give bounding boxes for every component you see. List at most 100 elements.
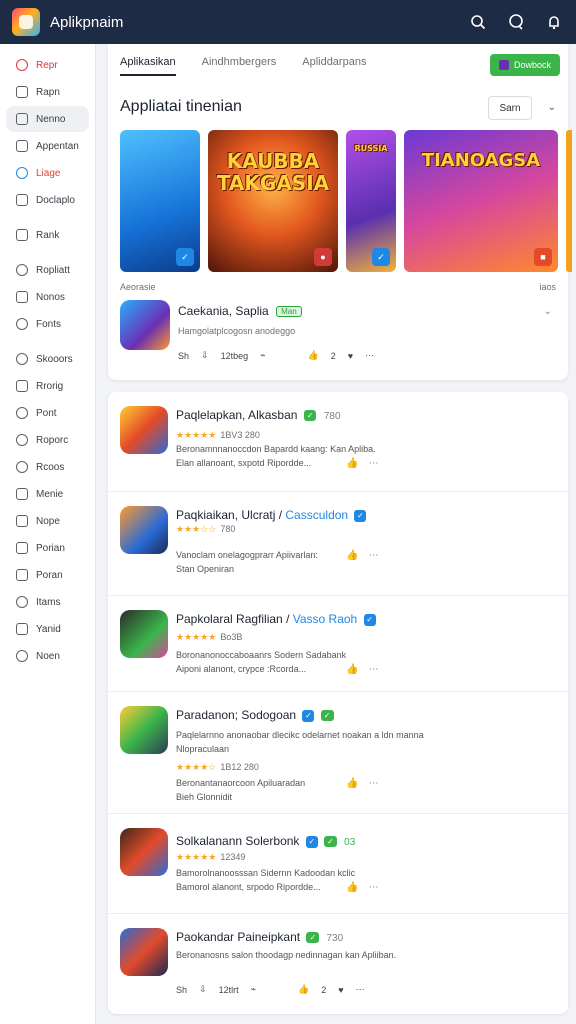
doc-icon: [16, 194, 28, 206]
list-item[interactable]: Paqkiaikan, Ulcratj / Cassculdon ✓ ★★★☆☆…: [108, 492, 568, 596]
like-icon[interactable]: 👍: [346, 664, 358, 675]
sidebar-item-6[interactable]: Rank: [6, 222, 89, 248]
sidebar-item-13[interactable]: Roporc: [6, 427, 89, 453]
more-icon[interactable]: ⋯: [365, 350, 374, 361]
banner-1[interactable]: ✓: [120, 130, 200, 272]
featured-app-name[interactable]: Caekania, Saplia Man: [178, 304, 302, 318]
app-name: Paqlelapkan, Alkasban ✓ 780: [176, 408, 341, 422]
sidebar-item-label: Appentan: [36, 140, 79, 152]
list-item[interactable]: Papkolaral Ragfilian / Vasso Raoh ✓ ★★★★…: [108, 596, 568, 692]
user-icon: [16, 461, 28, 473]
app-rating: ★★★★★ Bo3B: [176, 632, 242, 643]
sidebar-item-21[interactable]: Noen: [6, 643, 89, 669]
more-icon[interactable]: ⋯: [368, 550, 378, 561]
doc-icon: [16, 623, 28, 635]
star-icon: ★★★★☆: [176, 762, 217, 772]
tab-2[interactable]: Apliddarpans: [302, 56, 366, 76]
more-icon[interactable]: ⋯: [356, 984, 365, 995]
like-icon[interactable]: 👍: [346, 550, 358, 561]
list-item[interactable]: Paradanon; Sodogoan ✓ ✓ Paqlelarnno anon…: [108, 692, 568, 814]
app-actions: 👍 ⋯: [346, 664, 378, 675]
sidebar-item-11[interactable]: Rrorig: [6, 373, 89, 399]
app-actions: 👍 ⋯: [346, 882, 378, 893]
verified-icon: ✓: [363, 613, 376, 626]
app-link[interactable]: Vasso Raoh: [293, 612, 357, 626]
like-icon[interactable]: 👍: [298, 984, 309, 995]
search-icon[interactable]: [468, 12, 488, 32]
chat-icon: [16, 86, 28, 98]
pen-icon: [16, 515, 28, 527]
meta-left: Sh: [178, 350, 190, 361]
top-bar: Aplikpnaim: [0, 0, 576, 44]
sidebar-item-18[interactable]: Poran: [6, 562, 89, 588]
list-item[interactable]: Paokandar Paineipkant ✓ 730 Beronanosns …: [108, 914, 568, 1014]
featured-card: Aplikasikan Aindhmbergers Apliddarpans D…: [108, 44, 572, 380]
heart-icon[interactable]: ♥: [338, 985, 343, 995]
tab-0[interactable]: Aplikasikan: [120, 56, 176, 76]
featured-app-desc: Hamgolatplcogosn anodeggo: [178, 326, 296, 336]
share-icon[interactable]: ⌁: [260, 350, 265, 361]
list-item[interactable]: Paqlelapkan, Alkasban ✓ 780 ★★★★★ 1BV3 28…: [108, 392, 568, 492]
sidebar-item-17[interactable]: Porian: [6, 535, 89, 561]
sidebar-item-10[interactable]: Skooors: [6, 346, 89, 372]
app-actions: 👍 ⋯: [346, 550, 378, 561]
more-icon[interactable]: ⋯: [368, 882, 378, 893]
tab-1[interactable]: Aindhmbergers: [202, 56, 277, 76]
sidebar-item-0[interactable]: Repr: [6, 52, 89, 78]
featured-app-title: Caekania, Saplia: [178, 304, 269, 318]
sidebar-item-1[interactable]: Rapn: [6, 79, 89, 105]
heart-icon[interactable]: ♥: [348, 351, 353, 361]
banner-peek[interactable]: [566, 130, 572, 272]
like-icon[interactable]: 👍: [346, 882, 358, 893]
featured-app-tag: Man: [276, 306, 302, 318]
sidebar-item-label: Nonos: [36, 291, 65, 303]
meta-right: 2: [321, 984, 327, 995]
tab-bar: Aplikasikan Aindhmbergers Apliddarpans: [120, 56, 366, 76]
verified-icon: ✓: [302, 709, 315, 722]
featured-app-icon[interactable]: [120, 300, 170, 350]
sidebar-item-label: Roporc: [36, 434, 69, 446]
sidebar-item-9[interactable]: Fonts: [6, 311, 89, 337]
sidebar-item-15[interactable]: Menie: [6, 481, 89, 507]
app-link[interactable]: Cassculdon: [285, 508, 348, 522]
notification-icon[interactable]: [544, 12, 564, 32]
app-name: Papkolaral Ragfilian / Vasso Raoh ✓: [176, 612, 376, 626]
banner-3[interactable]: RUSSIA ✓: [346, 130, 396, 272]
chevron-down-icon[interactable]: ⌄: [548, 102, 556, 113]
sidebar-item-4[interactable]: Liage: [6, 160, 89, 186]
more-icon[interactable]: ⋯: [368, 778, 378, 789]
sidebar-item-16[interactable]: Nope: [6, 508, 89, 534]
sidebar-item-12[interactable]: Pont: [6, 400, 89, 426]
app-rating: ★★★★☆ 1B12 280: [176, 762, 259, 773]
app-icon: [120, 506, 168, 554]
like-icon[interactable]: 👍: [346, 458, 358, 469]
like-icon[interactable]: 👍: [308, 350, 319, 361]
share-icon[interactable]: ⌁: [251, 984, 256, 995]
more-icon[interactable]: ⋯: [368, 458, 378, 469]
sidebar-item-20[interactable]: Yanid: [6, 616, 89, 642]
rating-text: Bo3B: [220, 632, 243, 642]
sidebar-item-3[interactable]: Appentan: [6, 133, 89, 159]
sidebar-item-7[interactable]: Ropliatt: [6, 257, 89, 283]
sidebar-item-2[interactable]: Nenno: [6, 106, 89, 132]
banner-2[interactable]: KAUBBA TAKGASIA ●: [208, 130, 338, 272]
app-title: Paradanon; Sodogoan: [176, 708, 297, 722]
banner-4[interactable]: TIANOAGSA ■: [404, 130, 558, 272]
chat-icon[interactable]: [506, 12, 526, 32]
like-icon[interactable]: 👍: [346, 778, 358, 789]
app-extra: 03: [344, 837, 356, 848]
sort-button[interactable]: Sarn: [488, 96, 532, 120]
sync-icon: [16, 167, 28, 179]
sidebar-item-19[interactable]: Itams: [6, 589, 89, 615]
download-button[interactable]: Dowbock: [490, 54, 560, 76]
clock-icon: [16, 407, 28, 419]
more-icon[interactable]: ⋯: [368, 664, 378, 675]
list-item[interactable]: Solkalanann Solerbonk ✓ ✓ 03 ★★★★★ 12349 …: [108, 814, 568, 914]
sidebar-item-5[interactable]: Doclaplo: [6, 187, 89, 213]
chevron-down-icon[interactable]: ⌄: [544, 306, 552, 317]
app-actions: 👍 ⋯: [346, 778, 378, 789]
app-logo[interactable]: [12, 8, 40, 36]
sidebar-item-14[interactable]: Rcoos: [6, 454, 89, 480]
sidebar-item-8[interactable]: Nonos: [6, 284, 89, 310]
app-line-4: Bieh Glonnidit: [176, 792, 233, 802]
